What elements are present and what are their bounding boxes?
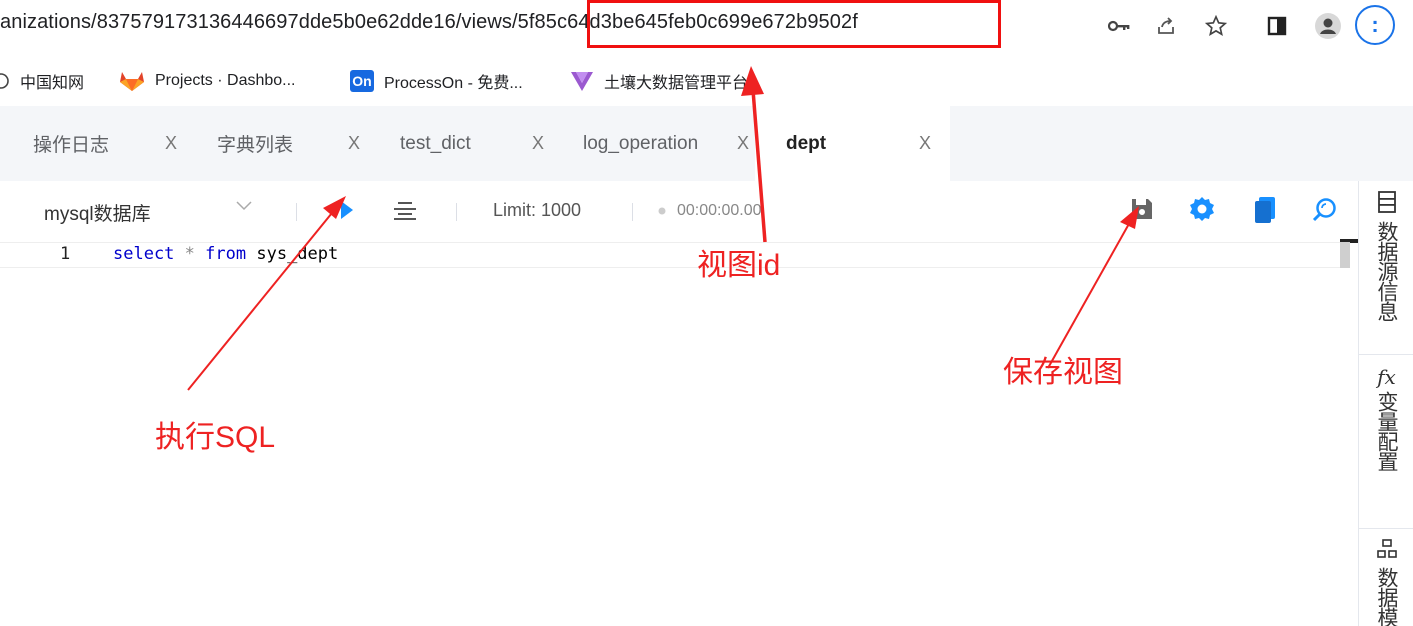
save-view-annotation: 保存视图 bbox=[1003, 356, 1123, 389]
annotation-arrows bbox=[187, 66, 1139, 391]
app-root: anizations/837579173136446697dde5b0e62dd… bbox=[0, 0, 1413, 626]
run-sql-annotation: 执行SQL bbox=[155, 421, 276, 454]
view-id-annotation: 视图id bbox=[697, 249, 781, 282]
